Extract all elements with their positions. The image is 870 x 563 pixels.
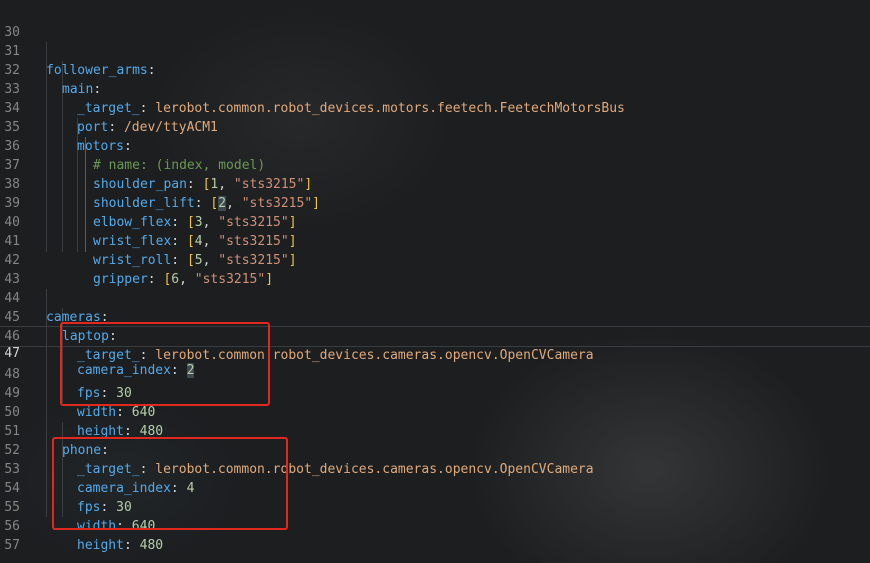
yaml-key: height bbox=[77, 538, 124, 553]
code-line[interactable]: 43 bbox=[0, 251, 870, 287]
code-line[interactable]: 38 shoulder_lift: [2, "sts3215"] bbox=[0, 156, 870, 211]
code-line[interactable]: 34 port: /dev/ttyACM1 bbox=[0, 80, 870, 135]
code-line[interactable]: 45 laptop: bbox=[0, 289, 870, 344]
code-line[interactable]: 32 main: bbox=[0, 42, 870, 97]
yaml-number: 480 bbox=[139, 538, 164, 553]
code-line[interactable]: 40 wrist_flex: [4, "sts3215"] bbox=[0, 194, 870, 249]
code-line[interactable]: 30 bbox=[0, 4, 870, 40]
line-number: 57 bbox=[4, 538, 20, 553]
code-line[interactable]: 44 cameras: bbox=[0, 270, 870, 325]
yaml-colon: : bbox=[123, 538, 140, 553]
code-line[interactable]: 41 wrist_roll: [5, "sts3215"] bbox=[0, 213, 870, 268]
code-line[interactable]: 42 gripper: [6, "sts3215"] bbox=[0, 232, 870, 287]
code-editor[interactable]: 30 31 follower_arms: 32 main: 33 _target… bbox=[0, 0, 870, 563]
code-line[interactable]: 39 elbow_flex: [3, "sts3215"] bbox=[0, 175, 870, 230]
code-line[interactable]: 37 shoulder_pan: [1, "sts3215"] bbox=[0, 137, 870, 192]
highlight-box-laptop-camera bbox=[60, 322, 270, 406]
code-line[interactable]: 31 follower_arms: bbox=[0, 23, 870, 78]
code-line[interactable]: 33 _target_: lerobot.common.robot_device… bbox=[0, 61, 870, 116]
code-line[interactable]: 36 # name: (index, model) bbox=[0, 118, 870, 173]
highlight-box-phone-camera bbox=[52, 437, 288, 530]
code-line[interactable]: 35 motors: bbox=[0, 99, 870, 154]
